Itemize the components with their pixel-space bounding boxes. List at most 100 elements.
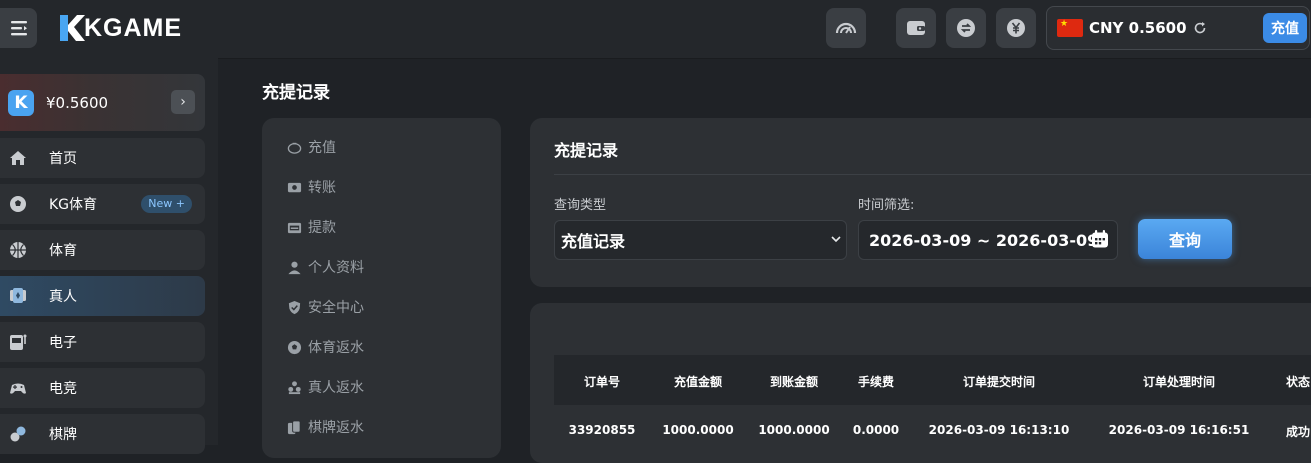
gamepad-icon — [8, 378, 28, 398]
search-button[interactable]: 查询 — [1138, 219, 1232, 259]
currency-amount: CNY 0.5600 — [1089, 19, 1187, 37]
sidebar-item-kg-sports[interactable]: KG体育 New + — [0, 184, 205, 224]
sidebar-item-slots[interactable]: 电子 — [0, 322, 205, 362]
slot-machine-icon — [8, 332, 28, 352]
logo-text: KGAME — [84, 13, 183, 42]
date-range-picker[interactable]: 2026-03-09 ~ 2026-03-09 — [858, 220, 1118, 260]
subnav-item-cards-rebate[interactable]: 棋牌返水 — [286, 416, 364, 438]
sidebar-item-label: 棋牌 — [49, 427, 77, 443]
table-row: 33920855 1000.0000 1000.0000 0.0000 2026… — [554, 405, 1311, 455]
column-header: 订单号 — [583, 375, 620, 389]
k-logo-icon — [60, 15, 85, 41]
site-logo[interactable]: KGAME — [56, 12, 182, 44]
subnav-label: 充值 — [308, 140, 336, 156]
sidebar-item-label: 真人 — [49, 289, 77, 305]
date-range-value: 2026-03-09 ~ 2026-03-09 — [869, 230, 1099, 250]
account-subnav: 充值 转账 提款 个人资料 安全中心 体育返水 真人返水 棋牌返水 — [262, 118, 501, 458]
sidebar-item-label: 体育 — [49, 243, 77, 259]
column-header: 手续费 — [857, 375, 894, 389]
order-number: 33920855 — [568, 423, 636, 437]
refresh-icon[interactable] — [1193, 21, 1207, 35]
poker-chips-icon — [8, 424, 28, 444]
panel-title: 充提记录 — [554, 141, 619, 160]
exchange-icon — [957, 19, 975, 37]
china-flag-icon: ★ — [1057, 19, 1083, 37]
new-badge: New + — [141, 195, 192, 213]
balance-card[interactable]: K ¥0.5600 › — [0, 74, 205, 131]
subnav-item-withdraw[interactable]: 提款 — [286, 216, 336, 238]
received-amount: 1000.0000 — [758, 423, 830, 437]
speedometer-button[interactable] — [826, 8, 866, 48]
calendar-icon[interactable] — [1090, 229, 1110, 249]
sidebar-item-sports[interactable]: 体育 — [0, 230, 205, 270]
subnav-label: 安全中心 — [308, 300, 364, 316]
subnav-item-transfer[interactable]: 转账 — [286, 176, 336, 198]
chevron-right-icon[interactable]: › — [171, 90, 195, 114]
soccer-ball-icon — [8, 194, 28, 214]
user-icon — [286, 259, 302, 275]
sidebar-item-esports[interactable]: 电竞 — [0, 368, 205, 408]
column-header: 订单提交时间 — [962, 375, 1035, 389]
query-type-select[interactable]: 充值记录 — [554, 220, 847, 260]
subnav-label: 转账 — [308, 180, 336, 196]
sidebar-item-live-casino[interactable]: 真人 — [0, 276, 205, 316]
people-icon — [286, 379, 302, 395]
table-header: 订单号 充值金额 到账金额 手续费 订单提交时间 订单处理时间 状态 — [554, 355, 1311, 405]
subnav-label: 个人资料 — [308, 260, 364, 276]
query-type-value: 充值记录 — [561, 232, 626, 251]
sidebar-balance: ¥0.5600 — [46, 93, 109, 112]
yuan-button[interactable] — [996, 8, 1036, 48]
subnav-label: 棋牌返水 — [308, 420, 364, 436]
currency-balance[interactable]: ★ CNY 0.5600 充值 — [1046, 6, 1310, 50]
column-header: 状态 — [1285, 375, 1310, 389]
menu-toggle-button[interactable] — [0, 8, 37, 48]
money-transfer-icon — [286, 179, 302, 195]
subnav-item-security[interactable]: 安全中心 — [286, 296, 364, 318]
home-icon — [8, 148, 28, 168]
subnav-item-sports-rebate[interactable]: 体育返水 — [286, 336, 364, 358]
wallet-button[interactable] — [896, 8, 936, 48]
charge-button[interactable]: 充值 — [1263, 13, 1307, 43]
hamburger-menu-icon — [10, 21, 27, 36]
k-logo-icon: K — [8, 89, 34, 116]
deposit-amount: 1000.0000 — [662, 423, 734, 437]
subnav-label: 真人返水 — [308, 380, 364, 396]
cards-icon — [8, 286, 28, 306]
withdraw-icon — [286, 219, 302, 235]
basketball-icon — [8, 240, 28, 260]
subnav-label: 体育返水 — [308, 340, 364, 356]
time-filter-label: 时间筛选: — [858, 198, 915, 213]
records-table-panel: 订单号 充值金额 到账金额 手续费 订单提交时间 订单处理时间 状态 33920… — [530, 303, 1311, 463]
column-header: 充值金额 — [673, 375, 722, 389]
sidebar: K ¥0.5600 › 首页 KG体育 New + 体育 真人 电子 电竞 棋牌 — [0, 58, 218, 454]
sidebar-item-chess-cards[interactable]: 棋牌 — [0, 414, 205, 454]
subnav-item-profile[interactable]: 个人资料 — [286, 256, 364, 278]
column-header: 到账金额 — [769, 375, 818, 389]
shield-icon — [286, 299, 302, 315]
sidebar-item-label: 首页 — [49, 151, 77, 167]
speedometer-icon — [835, 22, 857, 34]
chevron-down-icon — [831, 236, 841, 243]
soccer-icon — [286, 339, 302, 355]
page-title: 充提记录 — [262, 83, 330, 103]
sidebar-item-label: 电竞 — [49, 381, 77, 397]
query-type-label: 查询类型 — [554, 198, 607, 213]
divider — [554, 174, 1311, 175]
fee: 0.0000 — [852, 423, 900, 437]
status: 成功 — [1285, 425, 1310, 439]
process-time: 2026-03-09 16:16:51 — [1108, 423, 1250, 437]
subnav-label: 提款 — [308, 220, 336, 236]
sidebar-item-home[interactable]: 首页 — [0, 138, 205, 178]
exchange-button[interactable] — [946, 8, 986, 48]
wallet-icon — [907, 21, 925, 35]
query-panel: 充提记录 查询类型 充值记录 时间筛选: 2026-03-09 ~ 2026-0… — [530, 118, 1311, 287]
top-bar: KGAME ★ CNY 0.5600 充值 — [0, 0, 1311, 59]
piggy-bank-icon — [286, 139, 302, 155]
subnav-item-live-rebate[interactable]: 真人返水 — [286, 376, 364, 398]
sidebar-item-label: 电子 — [49, 335, 77, 351]
sidebar-item-label: KG体育 — [49, 197, 98, 213]
subnav-item-deposit[interactable]: 充值 — [286, 136, 336, 158]
yuan-coin-icon — [1007, 19, 1025, 37]
submit-time: 2026-03-09 16:13:10 — [928, 423, 1070, 437]
cards-icon — [286, 419, 302, 435]
